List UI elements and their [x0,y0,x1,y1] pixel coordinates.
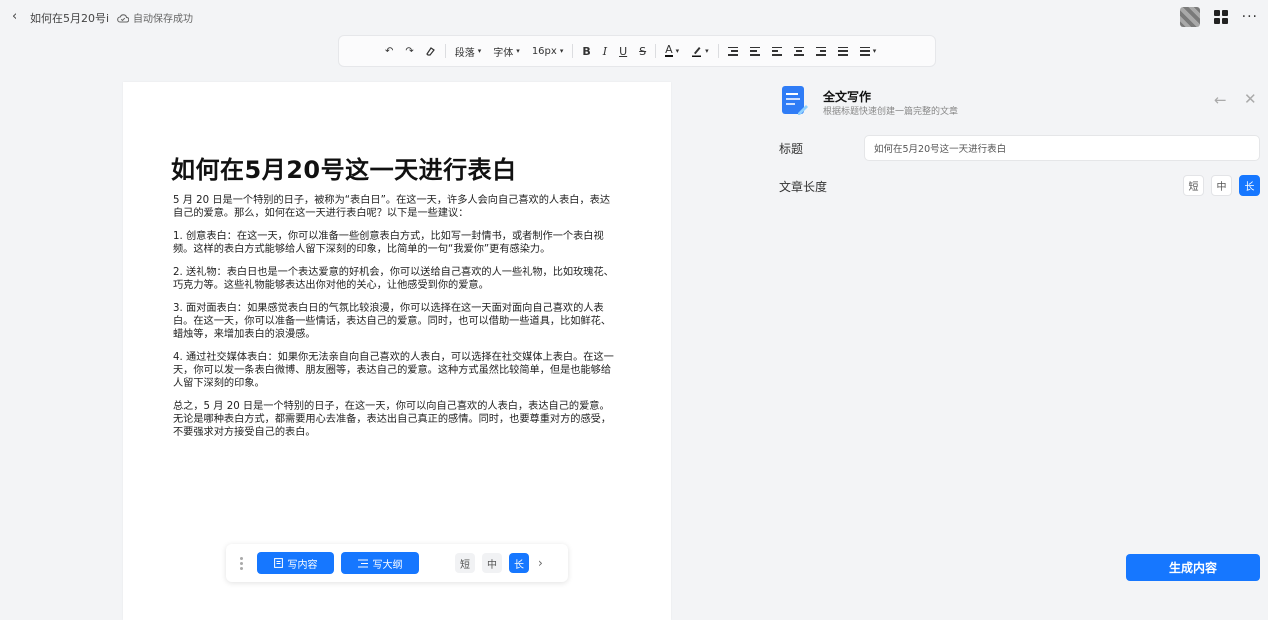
indent-increase-icon[interactable] [744,46,766,56]
indent-decrease-icon[interactable] [722,46,744,56]
strikethrough-button[interactable]: S [633,45,652,58]
divider [572,44,574,58]
full-writing-logo-icon [782,86,808,115]
clear-format-icon[interactable] [420,46,442,56]
align-right-icon[interactable] [810,46,832,56]
align-left-icon[interactable] [766,46,788,56]
arrow-left-icon[interactable]: ← [1214,91,1227,109]
drag-handle-icon[interactable] [240,556,243,570]
chevron-right-icon[interactable]: › [538,556,543,570]
panel-title: 全文写作 [823,90,872,104]
paragraph[interactable]: 3. 面对面表白：如果感觉表白日的气氛比较浪漫，你可以选择在这一天面对面向自己喜… [173,302,619,341]
write-content-button[interactable]: 写内容 [257,552,334,574]
line-height-select[interactable]: ▾ [854,46,883,56]
font-select[interactable]: 字体 ▾ [487,44,526,59]
paragraph[interactable]: 1. 创意表白：在这一天，你可以准备一些创意表白方式，比如写一封情书，或者制作一… [173,230,619,256]
highlighter-icon [692,47,702,57]
caret-down-icon: ▾ [477,47,482,55]
caret-down-icon: ▾ [705,47,709,55]
length-short-button[interactable]: 短 [455,553,475,573]
panel-length-long-button[interactable]: 长 [1239,175,1260,196]
align-justify-icon[interactable] [832,46,854,56]
align-center-icon[interactable] [788,46,810,56]
panel-length-short-button[interactable]: 短 [1183,175,1204,196]
divider [655,44,657,58]
document-body[interactable]: 5 月 20 日是一个特别的日子，被称为“表白日”。在这一天，许多人会向自己喜欢… [173,194,619,449]
caret-down-icon: ▾ [872,47,877,55]
more-icon[interactable]: ··· [1242,10,1258,24]
panel-subtitle: 根据标题快速创建一篇完整的文章 [823,107,959,117]
write-outline-button[interactable]: 写大纲 [341,552,419,574]
font-color-button[interactable]: A ▾ [659,43,685,57]
avatar[interactable] [1179,7,1200,27]
bold-button[interactable]: B [576,45,596,58]
close-icon[interactable]: ✕ [1244,90,1257,108]
caret-down-icon: ▾ [559,47,564,55]
length-medium-button[interactable]: 中 [482,553,502,573]
autosave-status: 自动保存成功 [117,10,193,25]
write-content-label: 写内容 [287,559,318,571]
title-input[interactable] [864,135,1260,161]
paragraph[interactable]: 2. 送礼物：表白日也是一个表达爱意的好机会，你可以送给自己喜欢的人一些礼物，比… [173,266,619,292]
length-long-button[interactable]: 长 [509,553,529,573]
redo-icon[interactable]: ↷ [399,46,419,57]
panel-length-medium-button[interactable]: 中 [1211,175,1232,196]
font-size-select[interactable]: 16px ▾ [526,46,570,57]
cloud-check-icon [117,13,129,23]
highlight-button[interactable]: ▾ [685,45,715,57]
write-outline-label: 写大纲 [372,559,403,571]
autosave-text: 自动保存成功 [133,14,193,25]
italic-button[interactable]: I [597,45,613,58]
paragraph-label: 段落 [454,47,475,59]
eraser-icon [426,47,435,56]
title-label: 标题 [779,142,804,156]
format-toolbar: ↶ ↷ 段落 ▾ 字体 ▾ 16px ▾ B I U S A ▾ ▾ ▾ [338,35,936,67]
paragraph[interactable]: 5 月 20 日是一个特别的日子，被称为“表白日”。在这一天，许多人会向自己喜欢… [173,194,619,220]
divider [717,44,719,58]
generate-content-button[interactable]: 生成内容 [1126,554,1260,581]
underline-button[interactable]: U [613,45,633,58]
font-color-icon: A [665,43,673,57]
doc-title-breadcrumb[interactable]: 如何在5月20号i [30,10,109,26]
paragraph[interactable]: 4. 通过社交媒体表白：如果你无法亲自向自己喜欢的人表白，可以选择在社交媒体上表… [173,351,619,390]
ai-floating-bar: 写内容 写大纲 短 中 长 › [226,544,568,582]
divider [444,44,446,58]
chevron-left-icon[interactable]: ‹ [12,9,17,24]
paragraph-select[interactable]: 段落 ▾ [449,44,488,59]
top-bar: ‹ 如何在5月20号i 自动保存成功 ··· [0,0,1268,34]
grid-icon[interactable] [1213,10,1228,24]
top-right-actions: ··· [1179,7,1258,27]
article-length-label: 文章长度 [779,180,828,194]
document-page[interactable]: 如何在5月20号这一天进行表白 5 月 20 日是一个特别的日子，被称为“表白日… [123,82,671,620]
caret-down-icon: ▾ [675,47,680,55]
list-icon [357,559,368,567]
undo-icon[interactable]: ↶ [379,46,399,57]
caret-down-icon: ▾ [516,47,520,55]
font-size-label: 16px [531,45,557,57]
document-icon [273,558,283,568]
paragraph[interactable]: 总之，5 月 20 日是一个特别的日子，在这一天，你可以向自己喜欢的人表白，表达… [173,400,619,439]
document-title[interactable]: 如何在5月20号这一天进行表白 [171,150,517,185]
font-label: 字体 [493,47,514,59]
